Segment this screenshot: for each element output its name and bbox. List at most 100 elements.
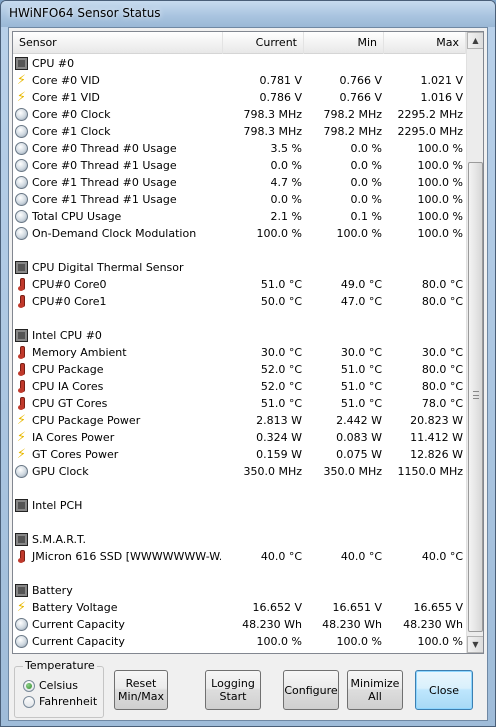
voltage-icon: ⚡ [16,73,27,88]
chip-icon [15,584,28,597]
sensor-group-row[interactable]: S.M.A.R.T. [13,531,466,548]
sensor-row[interactable]: Total CPU Usage 2.1 % 0.1 % 100.0 % [13,208,466,225]
sensor-name-cell: ⚡ GT Cores Power [15,446,221,463]
sensor-label: GPU Clock [32,465,89,478]
sensor-name-cell: JMicron 616 SSD [WWWWWWW-W... [15,548,221,565]
sensor-name-cell: Current Capacity [15,616,221,633]
sensor-group-row[interactable]: Intel CPU #0 [13,327,466,344]
scroll-down-button[interactable]: ▼ [467,636,483,653]
sensor-name-cell: ⚡ Battery Voltage [15,599,221,616]
min-value-cell: 0.0 % [350,176,382,189]
sensor-row[interactable]: On-Demand Clock Modulation 100.0 % 100.0 %… [13,225,466,242]
max-value-cell: 16.655 V [413,601,463,614]
sensor-row[interactable]: CPU#0 Core0 51.0 °C 49.0 °C 80.0 °C [13,276,466,293]
column-header-sensor[interactable]: Sensor [13,32,223,54]
sensor-label: GT Cores Power [32,448,119,461]
max-value-cell: 48.230 Wh [403,618,463,631]
celsius-radio[interactable] [23,680,35,692]
sensor-row[interactable]: ⚡ GT Cores Power 0.159 W 0.075 W 12.826 W [13,446,466,463]
close-button[interactable]: Close [415,670,473,710]
sensor-row[interactable]: JMicron 616 SSD [WWWWWWW-W... 40.0 °C 40.0… [13,548,466,565]
sensor-group-row[interactable]: CPU #0 [13,55,466,72]
sensor-row[interactable]: GPU Clock 350.0 MHz 350.0 MHz 1150.0 MHz [13,463,466,480]
sensor-row[interactable]: CPU Package 52.0 °C 51.0 °C 80.0 °C [13,361,466,378]
clock-icon [15,193,28,206]
current-value-cell: 0.159 W [256,448,302,461]
current-value-cell: 0.0 % [270,193,302,206]
min-value-cell: 48.230 Wh [322,618,382,631]
min-value-cell: 49.0 °C [340,278,382,291]
sensor-list[interactable]: Sensor Current Min Max CPU #0 ⚡ Core #0 VI… [12,31,484,654]
current-value-cell: 4.7 % [270,176,302,189]
clock-icon [15,176,28,189]
sensor-row[interactable]: Current Capacity 100.0 % 100.0 % 100.0 % [13,633,466,650]
sensor-row[interactable]: CPU#0 Core1 50.0 °C 47.0 °C 80.0 °C [13,293,466,310]
sensor-row[interactable]: Core #1 Thread #0 Usage 4.7 % 0.0 % 100.0 % [13,174,466,191]
sensor-label: Core #1 Thread #0 Usage [32,176,177,189]
configure-button[interactable]: Configure [283,670,339,710]
voltage-icon: ⚡ [16,413,27,428]
sensor-group-row[interactable]: CPU Digital Thermal Sensor [13,259,466,276]
current-value-cell: 0.786 V [259,91,302,104]
title-bar[interactable]: HWiNFO64 Sensor Status [1,1,495,27]
voltage-icon: ⚡ [16,90,27,105]
max-value-cell: 20.823 W [410,414,463,427]
sensor-name-cell: ⚡ Core #0 VID [15,72,221,89]
sensor-row[interactable]: ⚡ Core #1 VID 0.786 V 0.766 V 1.016 V [13,89,466,106]
sensor-group-row[interactable]: Battery [13,582,466,599]
min-value-cell: 0.075 W [336,448,382,461]
sensor-label: Memory Ambient [32,346,127,359]
clock-icon [15,465,28,478]
max-value-cell: 1.016 V [420,91,463,104]
max-value-cell: 100.0 % [417,210,463,223]
min-value-cell: 0.766 V [339,74,382,87]
scroll-up-button[interactable]: ▲ [467,32,483,49]
min-value-cell: 30.0 °C [340,346,382,359]
column-header-max[interactable]: Max [384,32,466,54]
sensor-name-cell: S.M.A.R.T. [15,531,221,548]
sensor-row[interactable]: CPU IA Cores 52.0 °C 51.0 °C 80.0 °C [13,378,466,395]
current-value-cell: 798.3 MHz [243,125,302,138]
spacer-row [13,480,466,497]
sensor-row[interactable]: Core #1 Thread #1 Usage 0.0 % 0.0 % 100.0 % [13,191,466,208]
sensor-row[interactable]: Core #0 Thread #0 Usage 3.5 % 0.0 % 100.0 % [13,140,466,157]
sensor-row[interactable]: ⚡ Battery Voltage 16.652 V 16.651 V 16.655 V [13,599,466,616]
sensor-label: Core #1 VID [32,91,100,104]
sensor-status-window: HWiNFO64 Sensor Status Sensor Current Mi… [0,0,496,727]
vertical-scrollbar[interactable]: ▲ ▼ [466,32,483,653]
sensor-row[interactable]: ⚡ IA Cores Power 0.324 W 0.083 W 11.412 W [13,429,466,446]
sensor-group-row[interactable]: Intel PCH [13,497,466,514]
max-value-cell: 100.0 % [417,142,463,155]
logging-start-button[interactable]: Logging Start [205,670,261,710]
sensor-label: CPU IA Cores [32,380,104,393]
sensor-row[interactable]: ⚡ CPU Package Power 2.813 W 2.442 W 20.823 W [13,412,466,429]
sensor-row[interactable]: Current Capacity 48.230 Wh 48.230 Wh 48.230… [13,616,466,633]
min-value-cell: 51.0 °C [340,397,382,410]
spacer-row [13,242,466,259]
chip-icon [15,533,28,546]
thermometer-icon [15,397,28,410]
sensor-name-cell: Core #0 Thread #1 Usage [15,157,221,174]
column-header-current[interactable]: Current [223,32,304,54]
sensor-row[interactable]: CPU GT Cores 51.0 °C 51.0 °C 78.0 °C [13,395,466,412]
fahrenheit-radio[interactable] [23,696,35,708]
sensor-row[interactable]: Core #1 Clock 798.3 MHz 798.2 MHz 2295.0 MH… [13,123,466,140]
max-value-cell: 80.0 °C [421,380,463,393]
column-header-min[interactable]: Min [304,32,384,54]
sensor-label: Intel PCH [32,499,83,512]
sensor-row[interactable]: Core #0 Clock 798.3 MHz 798.2 MHz 2295.2 MH… [13,106,466,123]
scroll-thumb[interactable] [468,162,483,632]
current-value-cell: 30.0 °C [260,346,302,359]
current-value-cell: 0.781 V [259,74,302,87]
minimize-all-button[interactable]: Minimize All [347,670,403,710]
clock-icon [15,618,28,631]
sensor-rows: CPU #0 ⚡ Core #0 VID 0.781 V 0.766 V 1.021 V ⚡… [13,55,466,650]
sensor-label: CPU Package Power [32,414,141,427]
sensor-row[interactable]: Memory Ambient 30.0 °C 30.0 °C 30.0 °C [13,344,466,361]
sensor-row[interactable]: Core #0 Thread #1 Usage 0.0 % 0.0 % 100.0 % [13,157,466,174]
sensor-label: CPU #0 [32,57,75,70]
reset-min-max-button[interactable]: Reset Min/Max [114,670,168,710]
sensor-row[interactable]: ⚡ Core #0 VID 0.781 V 0.766 V 1.021 V [13,72,466,89]
sensor-name-cell: Core #1 Thread #0 Usage [15,174,221,191]
sensor-name-cell: Core #1 Clock [15,123,221,140]
